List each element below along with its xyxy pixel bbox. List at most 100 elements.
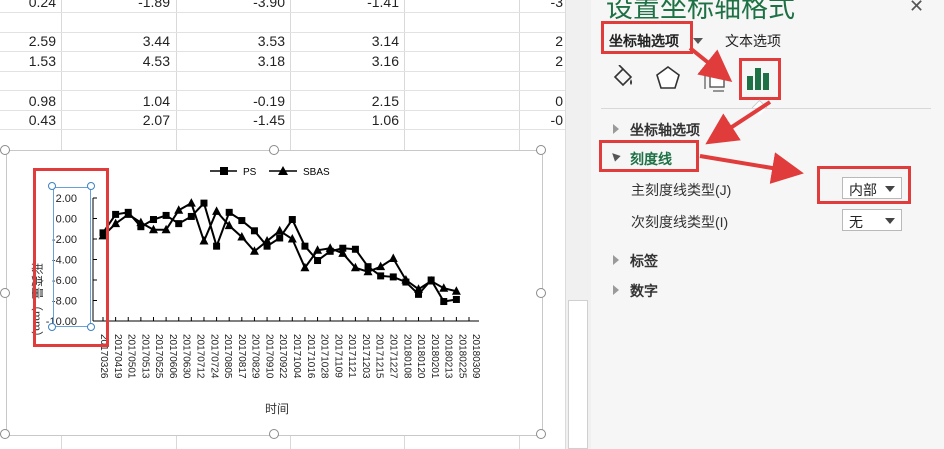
data-point-ps <box>225 208 233 216</box>
section-labels[interactable]: 标签 <box>630 251 658 271</box>
chart-resize-handle[interactable] <box>0 145 10 155</box>
x-tick-label: 20171203 <box>360 334 371 379</box>
table-cell[interactable]: 2 <box>405 53 563 69</box>
data-point-sbas <box>186 198 196 207</box>
x-tick-label: 20170922 <box>277 334 288 379</box>
x-tick-label: 20170419 <box>112 334 123 379</box>
chart-resize-handle[interactable] <box>536 429 546 439</box>
table-cell[interactable]: -1.89 <box>62 0 170 10</box>
chart-resize-handle[interactable] <box>536 288 546 298</box>
chart-legend[interactable]: PS SBAS <box>210 166 330 178</box>
expand-arrow-icon[interactable] <box>613 285 619 295</box>
expand-arrow-icon[interactable] <box>613 124 619 134</box>
table-cell[interactable]: 0 <box>405 93 563 109</box>
chart-resize-handle[interactable] <box>0 429 10 439</box>
table-cell[interactable]: -0 <box>405 112 563 128</box>
table-cell[interactable]: 1.53 <box>0 53 56 69</box>
table-cell[interactable]: 4.53 <box>62 53 170 69</box>
data-point-ps <box>440 298 448 306</box>
pane-divider <box>601 108 931 109</box>
x-axis-title[interactable]: 时间 <box>265 402 289 416</box>
data-point-ps <box>149 216 157 224</box>
table-cell[interactable]: 3.44 <box>62 33 170 49</box>
table-cell[interactable]: -0.19 <box>177 93 285 109</box>
chart-resize-handle[interactable] <box>536 145 546 155</box>
data-point-ps <box>187 212 195 220</box>
minor-tick-type-value: 无 <box>849 214 863 230</box>
data-point-ps <box>238 217 246 225</box>
table-cell[interactable]: 3.53 <box>177 33 285 49</box>
x-tick-label: 20170501 <box>126 334 137 379</box>
data-point-ps <box>389 273 397 281</box>
legend-label-sbas: SBAS <box>303 167 330 178</box>
table-cell[interactable]: 0.43 <box>0 112 56 128</box>
x-tick-label: 20171215 <box>374 334 385 379</box>
x-tick-label: 20170606 <box>167 334 178 379</box>
chart-series[interactable] <box>98 198 461 306</box>
data-point-ps <box>288 216 296 224</box>
scrollbar-thumb[interactable] <box>568 300 588 449</box>
data-point-ps <box>250 227 258 235</box>
data-point-ps <box>314 257 322 265</box>
table-cell[interactable]: 0.24 <box>0 0 56 10</box>
chart-resize-handle[interactable] <box>269 145 279 155</box>
x-tick-label: 20171004 <box>291 334 302 379</box>
chart-resize-handle[interactable] <box>269 429 279 439</box>
x-tick-label: 20180213 <box>443 334 454 379</box>
effects-pentagon-icon[interactable] <box>655 65 681 91</box>
table-cell[interactable]: 2.07 <box>62 112 170 128</box>
table-cell[interactable]: 1.04 <box>62 93 170 109</box>
row-divider <box>0 110 565 111</box>
data-point-ps <box>377 272 385 280</box>
chart-resize-handle[interactable] <box>0 288 10 298</box>
x-tick-label: 20170630 <box>181 334 192 379</box>
data-point-sbas <box>199 236 209 245</box>
annotation-box-axis-icon <box>739 58 781 100</box>
x-tick-label: 20170724 <box>208 334 219 379</box>
row-divider <box>0 12 565 13</box>
table-cell[interactable]: 1.06 <box>291 112 399 128</box>
table-cell[interactable]: 2.59 <box>0 33 56 49</box>
row-divider <box>0 71 565 72</box>
tab-text-options[interactable]: 文本选项 <box>725 31 781 51</box>
x-tick-label: 20171016 <box>305 334 316 379</box>
data-point-sbas <box>414 284 424 293</box>
data-point-ps <box>213 242 221 250</box>
table-cell[interactable]: 3.14 <box>291 33 399 49</box>
table-cell[interactable]: -1.41 <box>291 0 399 10</box>
fill-line-icon[interactable] <box>610 64 636 91</box>
minor-tick-type-select[interactable]: 无 <box>842 209 902 231</box>
x-tick-label: 20170829 <box>250 334 261 379</box>
table-cell[interactable]: -3.90 <box>177 0 285 10</box>
table-cell[interactable]: 2.15 <box>291 93 399 109</box>
chevron-down-icon[interactable] <box>693 38 703 44</box>
major-tick-label: 主刻度线类型(J) <box>631 182 732 198</box>
annotation-box-y-axis <box>33 168 109 347</box>
data-point-ps <box>276 234 284 242</box>
expand-arrow-icon[interactable] <box>613 255 619 265</box>
table-cell[interactable]: 3.18 <box>177 53 285 69</box>
table-cell[interactable]: 3.16 <box>291 53 399 69</box>
annotation-box-tab <box>601 21 693 54</box>
data-point-ps <box>351 245 359 253</box>
x-tick-label: 20170817 <box>236 334 247 379</box>
x-tick-label: 20170805 <box>222 334 233 379</box>
annotation-box-major-tick <box>817 166 911 204</box>
close-icon[interactable]: ✕ <box>909 0 924 17</box>
table-cell[interactable]: 0.98 <box>0 93 56 109</box>
format-axis-pane: 设置坐标轴格式 ✕ 坐标轴选项 文本选项 坐标轴选项 刻度线 主刻度线类型(J)… <box>591 0 944 449</box>
x-axis[interactable]: 20170326 20170419 20170501 20170513 20170525… <box>98 317 481 379</box>
x-tick-label: 20180225 <box>456 334 467 379</box>
x-tick-label: 20180108 <box>401 334 412 379</box>
x-tick-label: 20171028 <box>319 334 330 379</box>
data-point-ps <box>162 211 170 219</box>
size-properties-icon[interactable] <box>702 65 730 93</box>
section-axis-options[interactable]: 坐标轴选项 <box>630 120 700 140</box>
section-number[interactable]: 数字 <box>630 281 658 301</box>
table-cell[interactable]: -3 <box>405 0 563 10</box>
table-cell[interactable]: 2 <box>405 33 563 49</box>
table-cell[interactable]: -1.45 <box>177 112 285 128</box>
vertical-scrollbar[interactable] <box>565 0 591 449</box>
data-point-ps <box>112 210 120 218</box>
x-tick-label: 20170525 <box>153 334 164 379</box>
